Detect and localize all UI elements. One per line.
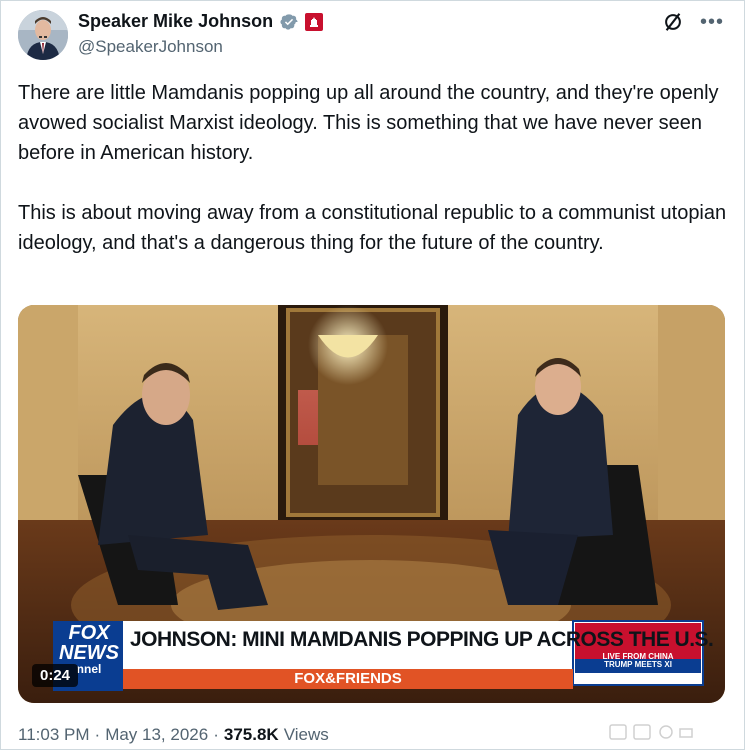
grok-icon[interactable] — [662, 11, 684, 33]
views-count: 375.8K — [223, 725, 279, 744]
video-player[interactable]: FOX NEWS nnel JOHNSON: MINI MAMDANIS POP… — [18, 305, 725, 703]
meta-separator: · — [94, 725, 101, 744]
fox-logo-top: FOX — [68, 622, 110, 644]
promo-line-2: TRUMP MEETS XI — [604, 660, 672, 669]
video-duration: 0:24 — [32, 664, 79, 687]
promo-line-3: TODAY & TOMORROW — [584, 672, 692, 683]
capitol-icon — [310, 16, 319, 27]
post-paragraph-2: This is about moving away from a constit… — [18, 202, 727, 254]
show-name: FOX&FRIENDS — [294, 670, 402, 687]
author-name[interactable]: Speaker Mike Johnson — [78, 11, 273, 32]
post-text: There are little Mamdanis popping up all… — [18, 78, 733, 258]
watermark-icon — [609, 724, 693, 740]
avatar-image — [18, 10, 68, 60]
meta-separator: · — [213, 725, 219, 744]
author-handle[interactable]: @SpeakerJohnson — [78, 37, 223, 57]
post-time[interactable]: 11:03 PM — [18, 725, 90, 745]
views-label: Views — [283, 725, 329, 744]
avatar[interactable] — [18, 10, 68, 60]
post-date[interactable]: May 13, 2026 — [105, 725, 208, 745]
top-actions: ••• — [662, 11, 724, 33]
affiliation-badge-icon[interactable] — [305, 12, 324, 31]
more-options-icon[interactable]: ••• — [700, 12, 724, 32]
post-card: Speaker Mike Johnson @SpeakerJohnson •••… — [0, 0, 745, 750]
author-row: Speaker Mike Johnson — [78, 11, 324, 32]
chyron-headline: JOHNSON: MINI MAMDANIS POPPING UP ACROSS… — [130, 628, 714, 651]
fox-logo-bottom: NEWS — [59, 642, 119, 664]
verified-badge-icon[interactable] — [279, 12, 299, 32]
post-paragraph-1: There are little Mamdanis popping up all… — [18, 82, 719, 164]
post-meta: 11:03 PM · May 13, 2026 · 375.8K Views — [18, 725, 329, 745]
